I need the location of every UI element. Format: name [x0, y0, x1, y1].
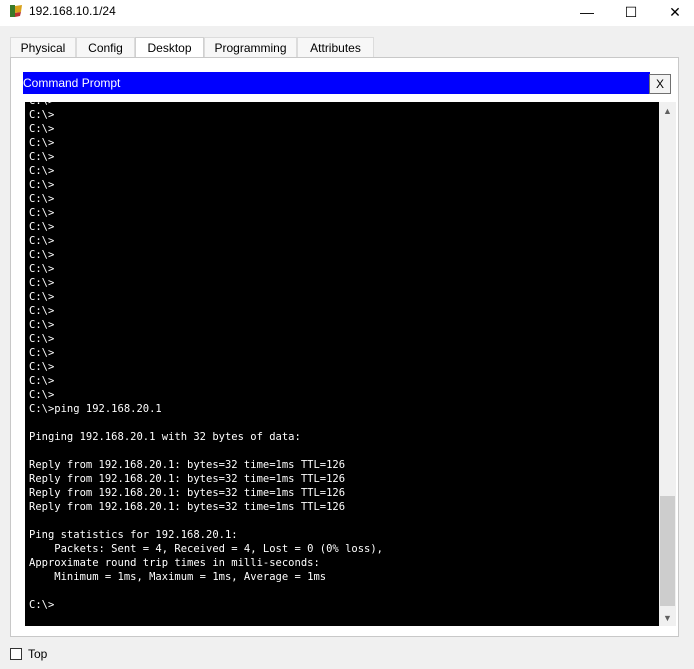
- app-icon: [10, 5, 22, 17]
- tab-desktop[interactable]: Desktop: [135, 37, 204, 59]
- scroll-down-icon[interactable]: ▼: [659, 609, 676, 626]
- top-label: Top: [28, 647, 48, 661]
- scroll-up-icon[interactable]: ▲: [659, 102, 676, 119]
- command-prompt-title: Command Prompt: [23, 72, 650, 94]
- window-title: 192.168.10.1/24: [29, 4, 116, 18]
- command-prompt-close-button[interactable]: X: [649, 74, 671, 94]
- close-window-button[interactable]: ✕: [652, 0, 694, 24]
- terminal-output[interactable]: C:\> C:\> C:\> C:\> C:\> C:\> C:\> C:\> …: [25, 102, 659, 626]
- tab-programming[interactable]: Programming: [204, 37, 297, 57]
- scroll-thumb[interactable]: [660, 496, 675, 606]
- terminal-text[interactable]: C:\> C:\> C:\> C:\> C:\> C:\> C:\> C:\> …: [29, 102, 383, 612]
- tab-config[interactable]: Config: [76, 37, 135, 57]
- minimize-button[interactable]: —: [564, 0, 610, 24]
- terminal-scrollbar[interactable]: ▲ ▼: [659, 102, 676, 626]
- title-bar: 192.168.10.1/24 — ☐ ✕: [0, 0, 694, 26]
- maximize-button[interactable]: ☐: [608, 0, 654, 24]
- tab-attributes[interactable]: Attributes: [297, 37, 374, 57]
- desktop-panel: Command Prompt X C:\> C:\> C:\> C:\> C:\…: [10, 57, 679, 637]
- top-checkbox[interactable]: [10, 648, 22, 660]
- tab-physical[interactable]: Physical: [10, 37, 76, 57]
